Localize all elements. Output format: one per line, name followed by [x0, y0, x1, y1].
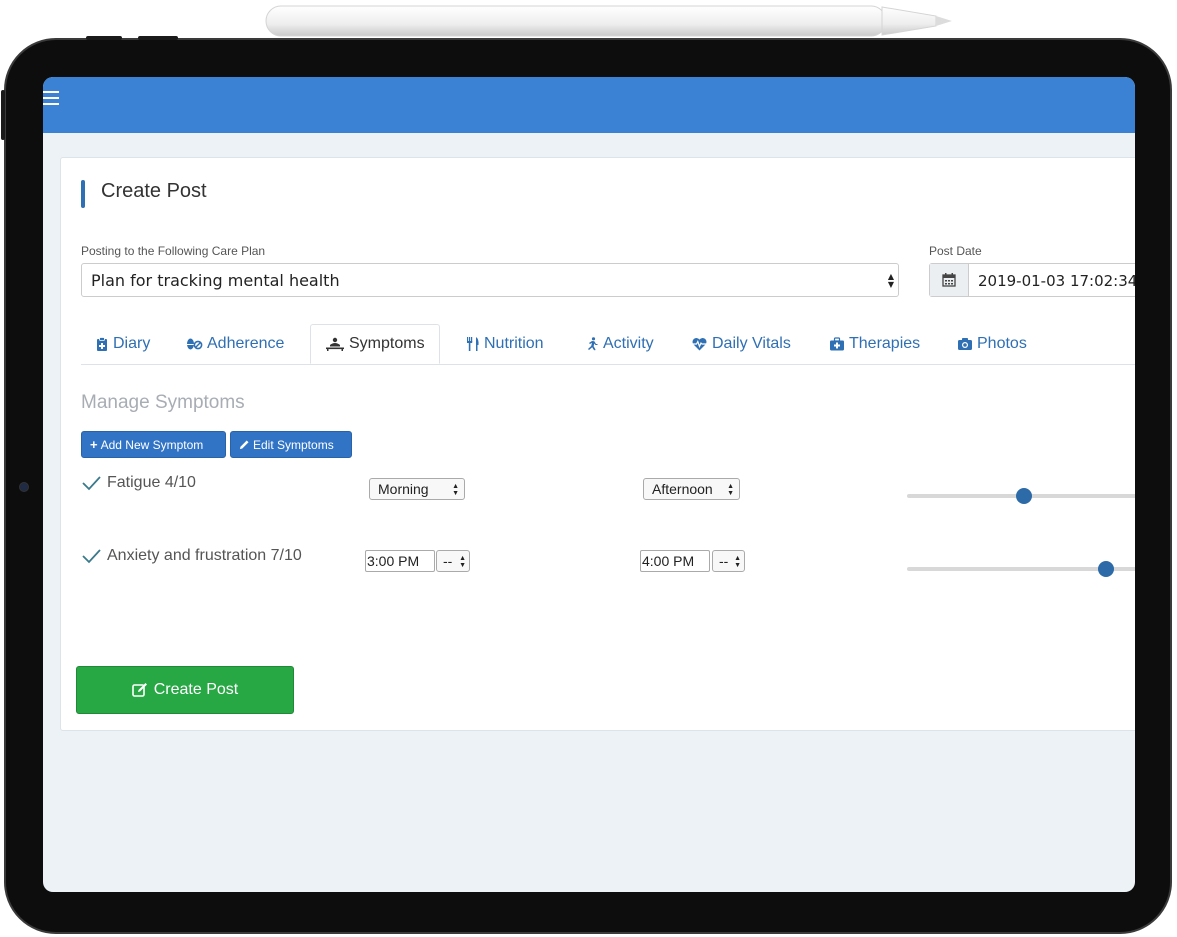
tab-label: Symptoms	[349, 335, 425, 352]
care-plan-value: Plan for tracking mental health	[91, 271, 340, 290]
symptom-row-fatigue[interactable]: Fatigue 4/10	[81, 474, 196, 492]
post-tabs: Diary Adherence Symptoms Nutrition Activ…	[81, 324, 1135, 365]
camera-icon	[958, 338, 972, 350]
title-accent	[81, 180, 85, 208]
edit-icon	[131, 683, 147, 697]
heartbeat-icon	[692, 338, 707, 351]
volume-button	[86, 36, 122, 40]
plus-icon: +	[90, 437, 98, 452]
running-icon	[588, 337, 598, 351]
pencil-icon	[239, 440, 249, 450]
post-date-value: 2019-01-03 17:02:34	[978, 272, 1135, 290]
severity-slider-thumb[interactable]	[1016, 488, 1032, 504]
tab-adherence[interactable]: Adherence	[185, 324, 284, 364]
create-post-card: Create Post Posting to the Following Car…	[60, 157, 1135, 731]
create-post-button[interactable]: Create Post	[76, 666, 294, 714]
tab-therapies[interactable]: Therapies	[829, 324, 920, 364]
select-arrows-icon: ▲ ▼	[452, 483, 459, 497]
tab-label: Nutrition	[484, 335, 544, 352]
symptom-row-anxiety[interactable]: Anxiety and frustration 7/10	[81, 547, 302, 565]
tab-symptoms[interactable]: Symptoms	[310, 324, 440, 364]
menu-icon[interactable]	[43, 91, 59, 105]
care-plan-select[interactable]: Plan for tracking mental health ▲ ▼	[81, 263, 899, 297]
stylus-pencil	[265, 5, 952, 37]
tab-diary[interactable]: Diary	[95, 324, 150, 364]
tab-nutrition[interactable]: Nutrition	[466, 324, 544, 364]
select-arrows-icon: ▲ ▼	[887, 272, 894, 289]
tab-label: Activity	[603, 335, 654, 352]
tab-daily-vitals[interactable]: Daily Vitals	[691, 324, 791, 364]
pills-icon	[187, 338, 203, 350]
edit-symptoms-label: Edit Symptoms	[253, 437, 334, 452]
post-date-field[interactable]: 2019-01-03 17:02:34	[929, 263, 1135, 297]
symptom-name: Anxiety and frustration 7/10	[107, 547, 302, 564]
select-arrows-icon: ▲ ▼	[459, 555, 466, 569]
add-symptom-label: Add New Symptom	[100, 437, 204, 452]
procedures-icon	[326, 337, 344, 351]
start-time-input[interactable]: 3:00 PM	[365, 550, 435, 572]
tab-label: Adherence	[207, 335, 285, 352]
tab-label: Diary	[113, 335, 151, 352]
select-value: Afternoon	[652, 481, 713, 497]
tab-label: Photos	[977, 335, 1027, 352]
clipboard-icon	[97, 337, 107, 351]
volume-button	[138, 36, 178, 40]
page-title: Create Post	[101, 180, 207, 202]
add-symptom-button[interactable]: + Add New Symptom	[81, 431, 226, 458]
select-arrows-icon: ▲ ▼	[727, 483, 734, 497]
top-navbar	[43, 77, 1135, 133]
edit-symptoms-button[interactable]: Edit Symptoms	[230, 431, 352, 458]
severity-slider-thumb[interactable]	[1098, 561, 1114, 577]
tab-label: Daily Vitals	[712, 335, 791, 352]
calendar-icon[interactable]	[930, 264, 969, 296]
symptom-name: Fatigue 4/10	[107, 474, 196, 491]
create-post-label: Create Post	[153, 681, 239, 698]
check-icon	[82, 476, 101, 491]
medkit-icon	[830, 337, 844, 351]
camera-lens	[19, 482, 29, 492]
start-time-suffix-select[interactable]: -- ▲ ▼	[436, 550, 470, 572]
side-button	[1, 90, 5, 140]
post-date-label: Post Date	[929, 244, 982, 258]
select-arrows-icon: ▲ ▼	[734, 555, 741, 569]
symptom-end-select[interactable]: Afternoon ▲ ▼	[643, 478, 740, 500]
tab-photos[interactable]: Photos	[957, 324, 1027, 364]
care-plan-label: Posting to the Following Care Plan	[81, 244, 266, 258]
utensils-icon	[467, 337, 479, 351]
select-value: --	[443, 553, 453, 569]
tab-activity[interactable]: Activity	[585, 324, 654, 364]
check-icon	[82, 549, 101, 564]
tab-label: Therapies	[849, 335, 921, 352]
end-time-input[interactable]: 4:00 PM	[640, 550, 710, 572]
app-screen: Create Post Posting to the Following Car…	[43, 77, 1135, 892]
select-value: Morning	[378, 481, 429, 497]
manage-symptoms-heading: Manage Symptoms	[81, 392, 245, 413]
end-time-suffix-select[interactable]: -- ▲ ▼	[712, 550, 745, 572]
select-value: --	[719, 553, 729, 569]
symptom-start-select[interactable]: Morning ▲ ▼	[369, 478, 465, 500]
